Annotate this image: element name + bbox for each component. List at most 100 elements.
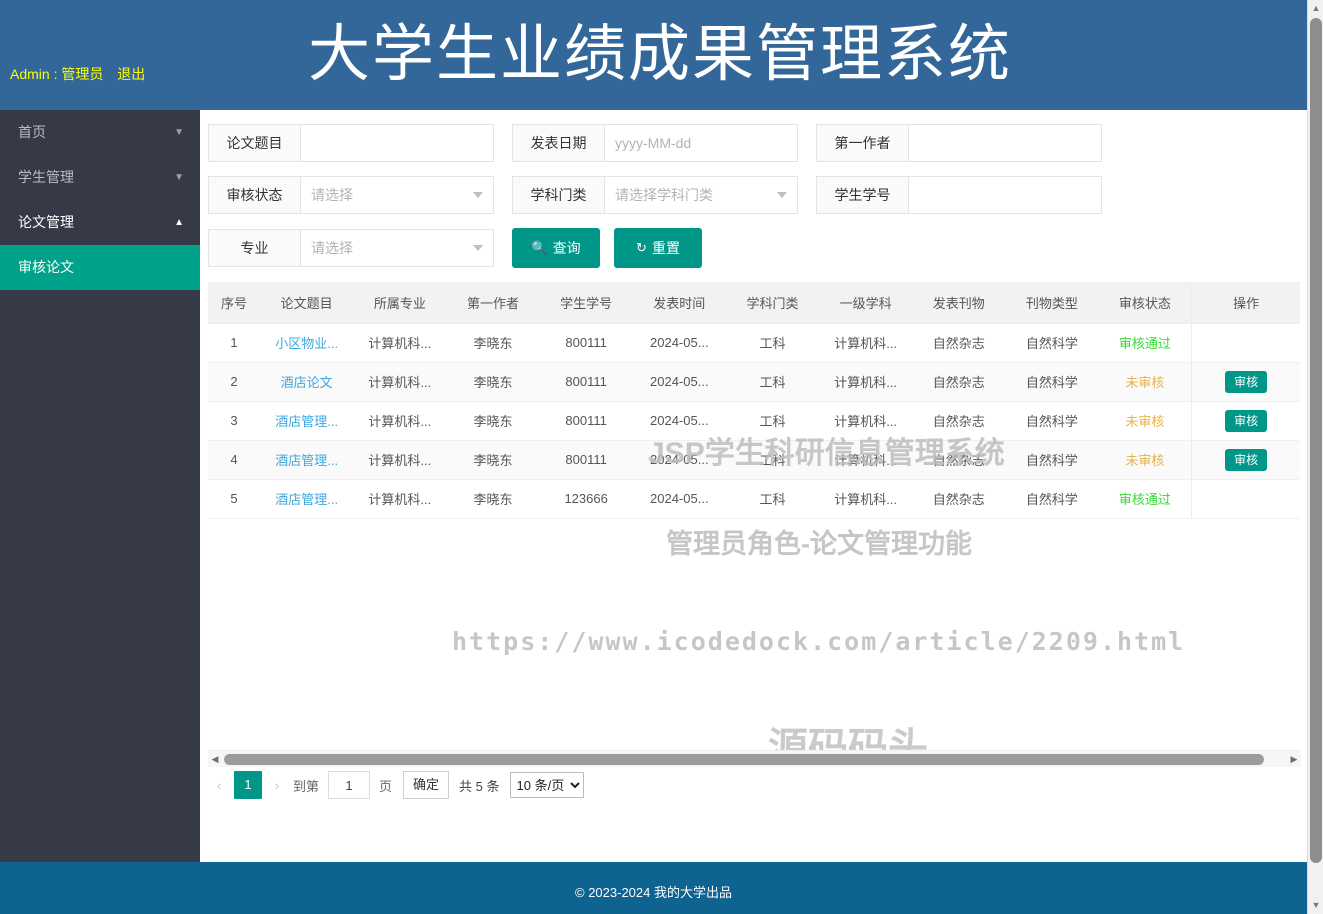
col-header-title: 论文题目 — [260, 283, 353, 323]
sidebar-subitem-label: 审核论文 — [18, 259, 74, 275]
cell-student-no: 800111 — [540, 323, 633, 362]
field-label: 发表日期 — [513, 125, 605, 161]
reset-button[interactable]: ↻ 重置 — [614, 228, 702, 268]
prev-page-button[interactable]: ‹ — [208, 778, 230, 793]
status-text: 审核通过 — [1119, 492, 1171, 507]
search-icon: 🔍 — [531, 240, 547, 256]
cell-date: 2024-05... — [633, 440, 726, 479]
refresh-icon: ↻ — [636, 240, 647, 256]
cell-author: 李晓东 — [446, 362, 539, 401]
table-header-row: 序号 论文题目 所属专业 第一作者 学生学号 发表时间 学科门类 一级学科 发表… — [208, 283, 1300, 323]
scrollbar-thumb[interactable] — [224, 754, 1264, 765]
browser-vertical-scrollbar[interactable]: ▲ ▼ — [1307, 0, 1323, 914]
scroll-up-arrow[interactable]: ▲ — [1308, 0, 1323, 17]
review-status-select[interactable]: 请选择 — [301, 177, 493, 213]
cell-journal: 自然杂志 — [912, 323, 1005, 362]
cell-journal-type: 自然科学 — [1005, 479, 1098, 518]
table-row: 4 酒店管理... 计算机科... 李晓东 800111 2024-05... … — [208, 440, 1300, 479]
cell-subject: 计算机科... — [819, 401, 912, 440]
app-header: Admin : 管理员 退出 大学生业绩成果管理系统 — [0, 0, 1307, 110]
publish-date-input[interactable]: yyyy-MM-dd — [605, 125, 797, 161]
goto-page-input[interactable] — [328, 771, 370, 799]
cell-action — [1192, 323, 1300, 362]
discipline-category-select[interactable]: 请选择学科门类 — [605, 177, 797, 213]
sidebar-item-student-management[interactable]: 学生管理 ▼ — [0, 155, 200, 200]
search-row-3: 专业 请选择 🔍 查询 ↻ 重置 — [208, 228, 1307, 268]
goto-suffix-label: 页 — [379, 776, 392, 795]
goto-prefix-label: 到第 — [293, 776, 319, 795]
status-badge: 审核通过 — [1099, 479, 1192, 518]
cell-action: 审核 — [1192, 362, 1300, 401]
field-label: 论文题目 — [209, 125, 301, 161]
cell-major: 计算机科... — [353, 401, 446, 440]
confirm-page-button[interactable]: 确定 — [403, 771, 449, 799]
cell-title: 酒店论文 — [260, 362, 353, 401]
field-publish-date: 发表日期 yyyy-MM-dd — [512, 124, 798, 162]
papers-table: 序号 论文题目 所属专业 第一作者 学生学号 发表时间 学科门类 一级学科 发表… — [208, 283, 1300, 519]
paper-title-input[interactable] — [301, 125, 493, 161]
cell-seq: 2 — [208, 362, 260, 401]
cell-author: 李晓东 — [446, 323, 539, 362]
scroll-left-arrow[interactable]: ◀ — [208, 751, 222, 768]
scroll-right-arrow[interactable]: ▶ — [1287, 751, 1301, 768]
total-count-label: 共 5 条 — [459, 776, 499, 795]
cell-student-no: 800111 — [540, 401, 633, 440]
cell-seq: 4 — [208, 440, 260, 479]
cell-major: 计算机科... — [353, 362, 446, 401]
sidebar-item-paper-management[interactable]: 论文管理 ▲ — [0, 200, 200, 245]
field-discipline-category: 学科门类 请选择学科门类 — [512, 176, 798, 214]
field-paper-title: 论文题目 — [208, 124, 494, 162]
col-header-discipline: 学科门类 — [726, 283, 819, 323]
sidebar-item-home[interactable]: 首页 ▼ — [0, 110, 200, 155]
field-label: 学生学号 — [817, 177, 909, 213]
cell-journal-type: 自然科学 — [1005, 401, 1098, 440]
review-button[interactable]: 审核 — [1225, 410, 1267, 432]
cell-journal: 自然杂志 — [912, 401, 1005, 440]
select-placeholder: 请选择学科门类 — [615, 185, 713, 205]
page-number-1[interactable]: 1 — [234, 771, 262, 799]
cell-journal: 自然杂志 — [912, 362, 1005, 401]
page-size-select[interactable]: 10 条/页 — [510, 772, 584, 798]
table-row: 5 酒店管理... 计算机科... 李晓东 123666 2024-05... … — [208, 479, 1300, 518]
review-button[interactable]: 审核 — [1225, 449, 1267, 471]
next-page-button[interactable]: › — [266, 778, 288, 793]
watermark-url: https://www.icodedock.com/article/2209.h… — [452, 627, 1185, 656]
cell-date: 2024-05... — [633, 479, 726, 518]
cell-student-no: 800111 — [540, 440, 633, 479]
col-header-seq: 序号 — [208, 283, 260, 323]
cell-action: 审核 — [1192, 401, 1300, 440]
review-button[interactable]: 审核 — [1225, 371, 1267, 393]
table-horizontal-scrollbar[interactable]: ◀ ▶ — [208, 750, 1301, 767]
status-badge: 未审核 — [1099, 401, 1192, 440]
search-row-2: 审核状态 请选择 学科门类 请选择学科门类 学生学号 — [208, 176, 1307, 214]
query-button[interactable]: 🔍 查询 — [512, 228, 600, 268]
paper-title-link[interactable]: 酒店论文 — [281, 375, 333, 390]
paper-title-link[interactable]: 酒店管理... — [275, 492, 338, 507]
paper-title-link[interactable]: 酒店管理... — [275, 414, 338, 429]
footer-copyright: © 2023-2024 我的大学出品 — [0, 862, 1307, 901]
scrollbar-thumb[interactable] — [1310, 18, 1322, 863]
cell-subject: 计算机科... — [819, 479, 912, 518]
chevron-down-icon: ▼ — [174, 110, 184, 155]
cell-title: 酒店管理... — [260, 479, 353, 518]
cell-date: 2024-05... — [633, 362, 726, 401]
student-number-input[interactable] — [909, 177, 1101, 213]
table-row: 1 小区物业... 计算机科... 李晓东 800111 2024-05... … — [208, 323, 1300, 362]
scroll-down-arrow[interactable]: ▼ — [1308, 897, 1323, 914]
select-placeholder: 请选择 — [311, 185, 353, 205]
logout-link[interactable]: 退出 — [117, 66, 145, 82]
paper-title-link[interactable]: 酒店管理... — [275, 453, 338, 468]
cell-journal: 自然杂志 — [912, 479, 1005, 518]
cell-title: 小区物业... — [260, 323, 353, 362]
cell-action: 审核 — [1192, 440, 1300, 479]
first-author-input[interactable] — [909, 125, 1101, 161]
paper-title-link[interactable]: 小区物业... — [275, 336, 338, 351]
major-select[interactable]: 请选择 — [301, 230, 493, 266]
cell-student-no: 800111 — [540, 362, 633, 401]
cell-date: 2024-05... — [633, 323, 726, 362]
sidebar-subitem-review-paper[interactable]: 审核论文 — [0, 245, 200, 290]
field-major: 专业 请选择 — [208, 229, 494, 267]
cell-subject: 计算机科... — [819, 362, 912, 401]
col-header-major: 所属专业 — [353, 283, 446, 323]
col-header-journal: 发表刊物 — [912, 283, 1005, 323]
